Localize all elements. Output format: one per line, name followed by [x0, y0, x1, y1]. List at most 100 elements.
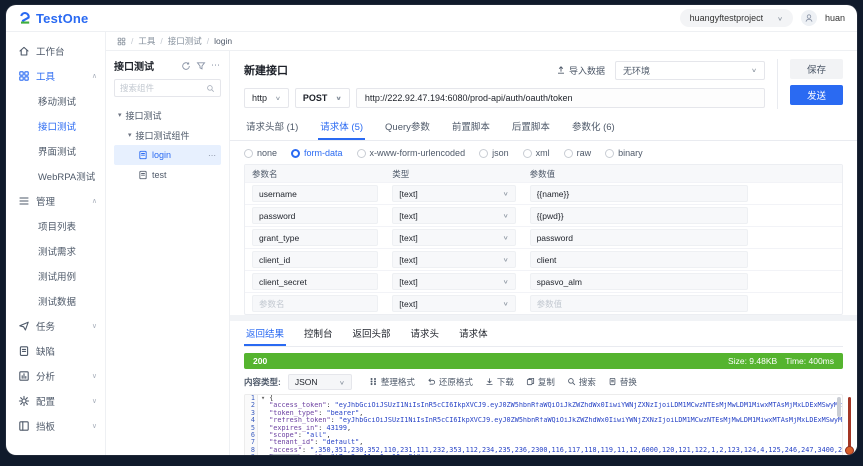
- toolbar-下载[interactable]: 下载: [485, 376, 514, 388]
- tree-node-login[interactable]: login⋯: [114, 145, 221, 165]
- defect-icon: [18, 345, 30, 357]
- param-name-cell: [245, 293, 385, 314]
- body-mode-binary[interactable]: binary: [605, 148, 643, 158]
- component-search[interactable]: [114, 79, 221, 97]
- tab-Query参数[interactable]: Query参数: [383, 113, 432, 140]
- filter-icon[interactable]: [196, 61, 206, 71]
- param-value-input[interactable]: [530, 273, 749, 290]
- tree-caret-icon[interactable]: ▾: [128, 131, 132, 139]
- breadcrumb-item[interactable]: 接口测试: [168, 35, 202, 47]
- sidebar-item-分析[interactable]: 分析∨: [6, 363, 105, 388]
- tools-icon: [18, 70, 30, 82]
- tab-后置脚本[interactable]: 后置脚本: [510, 113, 552, 140]
- sidebar-item-项目列表[interactable]: 项目列表: [6, 213, 105, 238]
- param-type-select[interactable]: [text]∨: [392, 229, 515, 246]
- param-name-input[interactable]: [252, 185, 378, 202]
- param-value-input[interactable]: [530, 207, 749, 224]
- tree-node-接口测试[interactable]: ▾接口测试: [114, 105, 221, 125]
- param-type-select[interactable]: [text]∨: [392, 295, 515, 312]
- sidebar-item-界面测试[interactable]: 界面测试: [6, 138, 105, 163]
- protocol-select[interactable]: http∨: [244, 88, 289, 108]
- sidebar-item-label: 配置: [36, 394, 86, 408]
- sidebar-item-移动测试[interactable]: 移动测试: [6, 88, 105, 113]
- tree-caret-icon[interactable]: ▾: [118, 111, 122, 119]
- sidebar-item-任务[interactable]: 任务∨: [6, 313, 105, 338]
- param-type-select[interactable]: [text]∨: [392, 185, 515, 202]
- avatar[interactable]: [801, 10, 817, 26]
- params-column-header: 参数值: [523, 165, 756, 182]
- send-button[interactable]: 发送: [790, 85, 843, 105]
- toolbar-还原格式[interactable]: 还原格式: [427, 376, 473, 388]
- param-value-cell: [523, 183, 756, 204]
- toolbar-label: 下载: [497, 376, 514, 388]
- toolbar-替换[interactable]: 替换: [608, 376, 637, 388]
- response-tab-返回结果[interactable]: 返回结果: [244, 321, 286, 346]
- sidebar-item-缺陷[interactable]: 缺陷: [6, 338, 105, 363]
- url-input[interactable]: [356, 88, 765, 108]
- content-type-select[interactable]: JSON ∨: [288, 374, 352, 390]
- body-mode-json[interactable]: json: [479, 148, 509, 158]
- body-mode-x-www-form-urlencoded[interactable]: x-www-form-urlencoded: [357, 148, 466, 158]
- body-mode-xml[interactable]: xml: [523, 148, 550, 158]
- param-value-input[interactable]: [530, 229, 749, 246]
- breadcrumb-item[interactable]: login: [214, 36, 232, 46]
- search-input[interactable]: [120, 83, 190, 93]
- body-mode-raw[interactable]: raw: [564, 148, 592, 158]
- tab-前置脚本[interactable]: 前置脚本: [450, 113, 492, 140]
- param-name-input[interactable]: [252, 273, 378, 290]
- save-button[interactable]: 保存: [790, 59, 843, 79]
- param-type-select[interactable]: [text]∨: [392, 207, 515, 224]
- apps-grid-icon: [117, 37, 126, 46]
- sidebar-item-配置[interactable]: 配置∨: [6, 388, 105, 413]
- code-token: "access_token": [269, 402, 326, 409]
- sidebar-item-管理[interactable]: 管理∧: [6, 188, 105, 213]
- param-type-cell: [text]∨: [385, 183, 522, 204]
- sidebar-item-测试需求[interactable]: 测试需求: [6, 238, 105, 263]
- body-mode-form-data[interactable]: form-data: [291, 148, 343, 158]
- param-name-input[interactable]: [252, 251, 378, 268]
- param-type-select[interactable]: [text]∨: [392, 273, 515, 290]
- scroll-indicator[interactable]: [845, 397, 854, 455]
- sidebar-item-工作台[interactable]: 工作台: [6, 38, 105, 63]
- sidebar-item-工具[interactable]: 工具∧: [6, 63, 105, 88]
- more-icon[interactable]: ⋯: [208, 151, 217, 160]
- editor-scrollbar[interactable]: [837, 397, 841, 417]
- param-name-input[interactable]: [252, 295, 378, 312]
- tree-node-test[interactable]: test: [114, 165, 221, 185]
- environment-select[interactable]: 无环境 ∨: [615, 61, 765, 80]
- project-select[interactable]: huangyftestproject ∨: [680, 9, 793, 27]
- method-select[interactable]: POST∨: [295, 88, 350, 108]
- toolbar-复制[interactable]: 复制: [526, 376, 555, 388]
- sidebar-item-WebRPA测试[interactable]: WebRPA测试: [6, 163, 105, 188]
- sidebar-item-测试用例[interactable]: 测试用例: [6, 263, 105, 288]
- tree-node-接口测试组件[interactable]: ▾接口测试组件: [114, 125, 221, 145]
- param-value-input[interactable]: [530, 251, 749, 268]
- body-mode-none[interactable]: none: [244, 148, 277, 158]
- sidebar-item-挡板[interactable]: 挡板∨: [6, 413, 105, 438]
- code-line: 5 "expires_in": 43199,: [245, 425, 842, 432]
- response-tab-请求体[interactable]: 请求体: [457, 321, 490, 346]
- param-type-select[interactable]: [text]∨: [392, 251, 515, 268]
- response-tab-控制台[interactable]: 控制台: [302, 321, 335, 346]
- tab-请求头部[interactable]: 请求头部 (1): [244, 113, 300, 140]
- response-tab-请求头[interactable]: 请求头: [409, 321, 442, 346]
- body-mode-label: xml: [536, 148, 550, 158]
- param-value-input[interactable]: [530, 295, 749, 312]
- toolbar-搜索[interactable]: 搜索: [567, 376, 596, 388]
- param-name-input[interactable]: [252, 207, 378, 224]
- breadcrumb-item[interactable]: 工具: [138, 35, 155, 47]
- analysis-icon: [18, 370, 30, 382]
- code-line: 3 "token_type": "bearer",: [245, 410, 842, 417]
- tab-参数化[interactable]: 参数化 (6): [570, 113, 617, 140]
- param-value-input[interactable]: [530, 185, 749, 202]
- tab-请求体[interactable]: 请求体 (5): [318, 113, 365, 140]
- response-tab-返回头部[interactable]: 返回头部: [351, 321, 393, 346]
- import-data-button[interactable]: 导入数据: [556, 64, 605, 77]
- more-icon[interactable]: ⋯: [211, 60, 221, 71]
- sync-icon[interactable]: [181, 61, 191, 71]
- toolbar-整理格式[interactable]: 整理格式: [369, 376, 415, 388]
- sidebar-item-测试数据[interactable]: 测试数据: [6, 288, 105, 313]
- param-name-input[interactable]: [252, 229, 378, 246]
- response-code-editor[interactable]: 1▾ {2 "access_token": "eyJhbGciOiJSUzI1N…: [244, 394, 843, 455]
- sidebar-item-接口测试[interactable]: 接口测试: [6, 113, 105, 138]
